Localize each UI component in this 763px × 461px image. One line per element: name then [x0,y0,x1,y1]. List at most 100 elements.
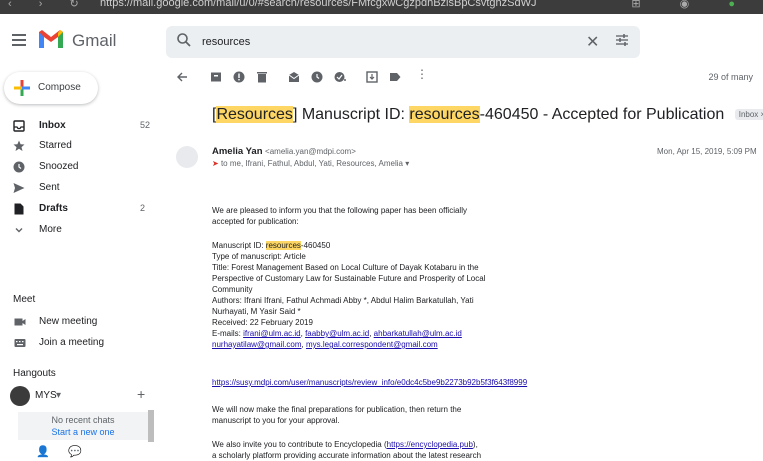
join-meeting-item[interactable]: Join a meeting [0,333,160,353]
sidebar-item-more[interactable]: More [0,220,160,240]
sidebar-item-starred[interactable]: Starred [0,136,160,156]
body-line: Title: Forest Management Based on Local … [212,263,479,272]
inbox-label-badge[interactable]: Inbox × [734,109,763,121]
chat-bubble-icon[interactable]: 💬 [68,446,82,458]
keyboard-icon [14,339,26,347]
add-chat-icon[interactable]: + [137,386,145,402]
body-line: nurhayatilaw@gmail.com, mys.legal.corres… [212,340,438,349]
subject-part: ] Manuscript ID: [292,106,410,123]
email-link[interactable]: ahbarkatullah@ulm.ac.id [374,329,462,338]
archive-icon[interactable] [210,71,222,83]
invite-text: ), [472,440,478,449]
send-icon [13,183,25,193]
search-icon[interactable] [176,32,192,48]
sender-email: <amelia.yan@mdpi.com> [265,147,356,156]
chevron-down-icon[interactable]: ▾ [405,159,409,168]
clock-icon [13,161,25,173]
message-toolbar: ⋮ 29 of many [170,66,763,88]
no-recent-chats-text: No recent chats [51,415,115,425]
compose-plus-icon [14,80,30,96]
review-link[interactable]: https://susy.mdpi.com/user/manuscripts/r… [212,378,527,387]
sidebar-item-label: More [39,224,62,235]
meet-section-title: Meet [13,294,36,305]
person-icon[interactable]: 👤 [36,446,50,458]
search-input[interactable]: resources [202,36,250,48]
trash-icon[interactable] [256,71,268,83]
draft-count: 2 [140,203,146,213]
move-to-icon[interactable] [366,71,378,83]
sidebar-item-inbox[interactable]: Inbox 52 [0,116,160,136]
mark-unread-icon[interactable] [288,71,300,83]
hangouts-section-title: Hangouts [13,368,56,379]
sidebar-item-label: Starred [39,140,72,151]
sidebar-item-snoozed[interactable]: Snoozed [0,157,160,177]
search-bar[interactable]: resources ✕ [166,26,640,58]
search-highlight: Resources [216,106,293,123]
sidebar-item-label: Drafts [39,203,68,214]
body-line: Nurhayati, M Yasir Said * [212,307,301,316]
sidebar-item-drafts[interactable]: Drafts 2 [0,199,160,219]
body-line: We are pleased to inform you that the fo… [212,206,467,215]
email-date: Mon, Apr 15, 2019, 5:09 PM [657,147,757,156]
avatar[interactable] [10,386,30,406]
draft-icon [14,203,24,215]
invite-text: We also invite you to contribute to Ency… [212,440,387,449]
page-count: 29 of many [708,72,753,82]
subject-part: -460450 - Accepted for Publication [479,106,725,123]
gmail-wordmark: Gmail [72,31,117,50]
sidebar-item-label: Sent [39,182,60,193]
address-bar[interactable]: https://mail.google.com/mail/u/0/#search… [100,0,537,9]
new-meeting-item[interactable]: New meeting [0,312,160,332]
email-subject: [Resources] Manuscript ID: resources-460… [212,106,763,124]
review-link-line: https://susy.mdpi.com/user/manuscripts/r… [212,377,572,388]
important-marker-icon[interactable]: ➤ [212,159,219,168]
email-link[interactable]: nurhayatilaw@gmail.com [212,340,302,349]
clear-search-icon[interactable]: ✕ [586,32,599,52]
recipients-text: to me, Ifrani, Fathul, Abdul, Yati, Reso… [220,159,403,168]
sidebar-item-sent[interactable]: Sent [0,178,160,198]
body-line: We will now make the final preparations … [212,405,462,414]
join-meeting-label: Join a meeting [39,337,105,348]
hangouts-user[interactable]: MYS ▾ + [10,386,160,406]
sidebar-scrollbar[interactable] [148,410,154,442]
encyclopedia-link[interactable]: https://encyclopedia.pub [387,440,473,449]
emails-label: E-mails: [212,329,244,338]
sender-avatar [176,146,198,168]
search-highlight: resources [265,241,301,250]
new-meeting-label: New meeting [39,316,98,327]
body-line: a scholarly platform providing accurate … [212,451,482,460]
email-link[interactable]: mys.legal.correspondent@gmail.com [306,340,438,349]
email-body-details: Manuscript ID: resources-460450 Type of … [212,240,542,350]
body-line: manuscript to you for your approval. [212,416,340,425]
sender-name[interactable]: Amelia Yan [212,146,263,157]
search-highlight: resources [409,106,480,123]
bottom-bar: 👤 💬 [36,445,82,458]
add-to-tasks-icon[interactable] [334,71,346,83]
report-spam-icon[interactable] [233,71,245,83]
snooze-icon[interactable] [311,71,323,83]
compose-button[interactable]: Compose [4,72,98,104]
label-icon[interactable] [389,71,401,83]
chevron-down-icon[interactable]: ▾ [56,390,61,401]
body-line: E-mails: ifrani@ulm.ac.id, faabby@ulm.ac… [212,329,462,338]
email-link[interactable]: faabby@ulm.ac.id [305,329,369,338]
browser-nav-icons[interactable]: ‹ › ↻ [8,0,91,10]
recipients-line[interactable]: ➤ to me, Ifrani, Fathul, Abdul, Yati, Re… [212,159,409,168]
browser-chrome: ‹ › ↻ https://mail.google.com/mail/u/0/#… [0,0,763,14]
back-arrow-icon[interactable] [176,71,188,83]
search-options-icon[interactable] [614,32,630,48]
no-recent-chats-panel: No recent chats Start a new one [18,412,148,440]
more-options-icon[interactable]: ⋮ [416,67,428,81]
body-line: Type of manuscript: Article [212,252,306,261]
email-body-invite: We also invite you to contribute to Ency… [212,439,532,461]
main-menu-icon[interactable] [12,34,26,49]
hangouts-user-name: MYS [35,390,57,401]
sidebar-item-label: Inbox [39,120,66,131]
start-new-chat-link[interactable]: Start a new one [18,427,148,437]
body-line: accepted for publication: [212,217,299,226]
body-line: Community [212,285,253,294]
gmail-logo[interactable] [38,29,64,49]
browser-extension-icons[interactable]: ⊞ ◉ ● [631,0,753,10]
sidebar-item-label: Snoozed [39,161,79,172]
email-link[interactable]: ifrani@ulm.ac.id [243,329,300,338]
